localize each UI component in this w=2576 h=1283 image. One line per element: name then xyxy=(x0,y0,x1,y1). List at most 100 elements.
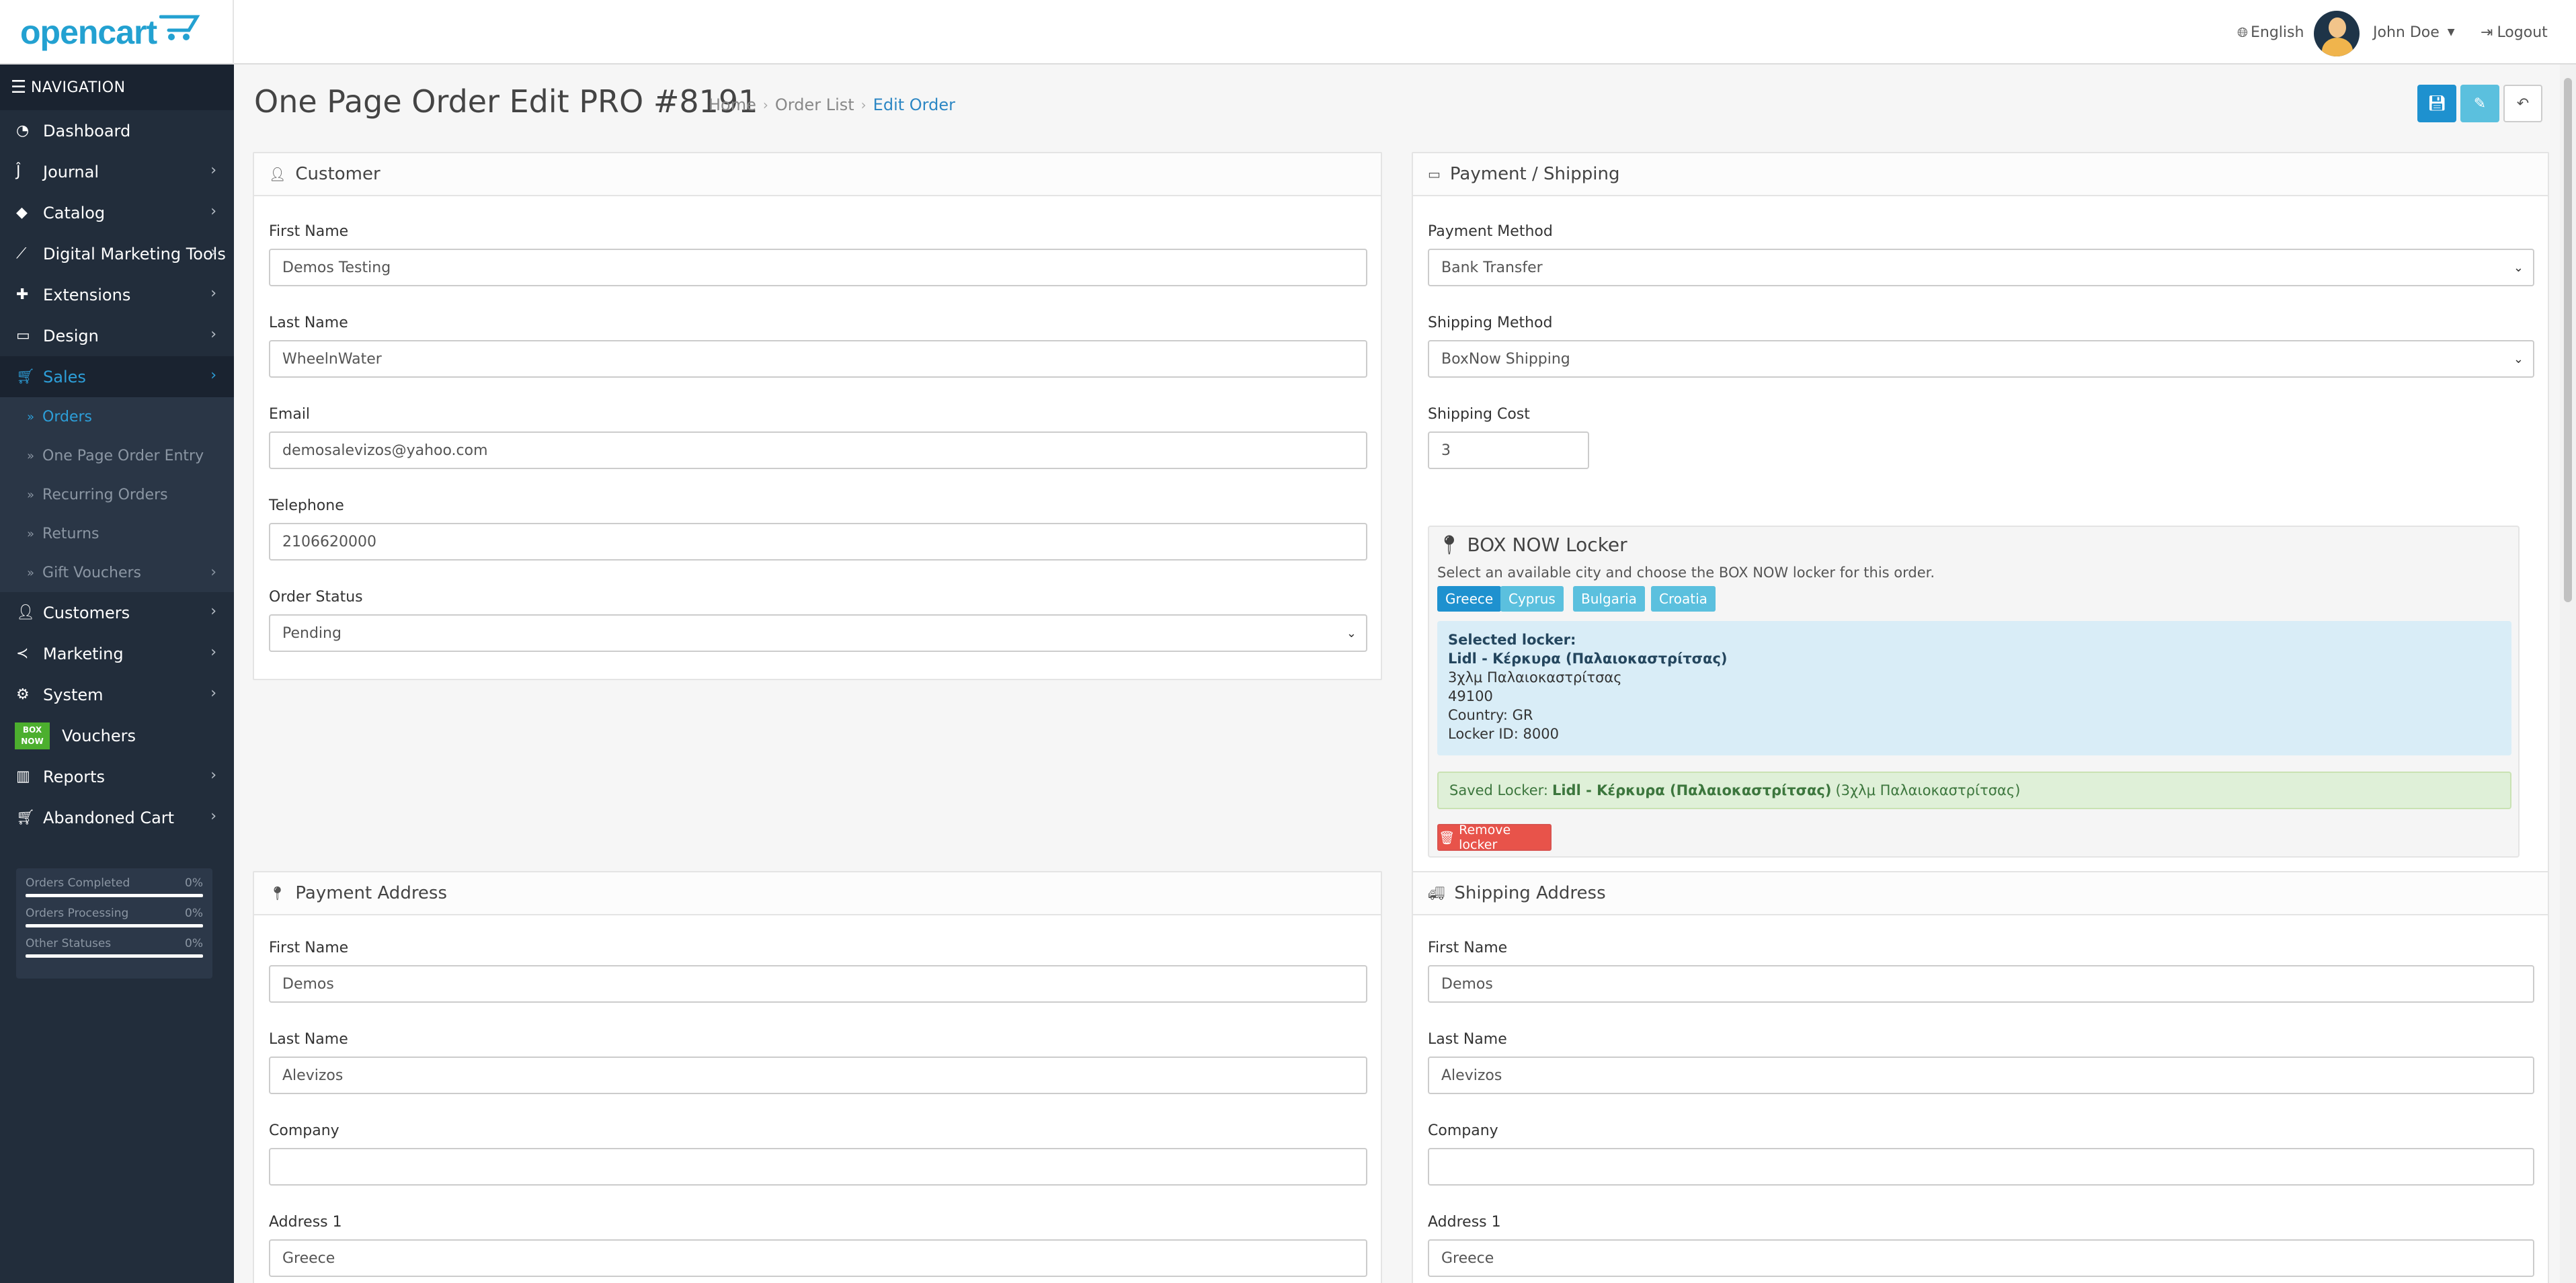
sidebar-item-marketing[interactable]: ≺ Marketing › xyxy=(0,633,234,674)
country-cyprus-button[interactable]: Cyprus xyxy=(1500,586,1564,612)
sidebar-item-abandoned-cart[interactable]: 🛒︎ Abandoned Cart › xyxy=(0,797,234,838)
sidebar-item-customers[interactable]: 👤︎ Customers › xyxy=(0,592,234,633)
opencart-logo[interactable]: opencart xyxy=(0,0,234,65)
order-status-label: Order Status xyxy=(269,589,363,606)
first-name-label: First Name xyxy=(269,223,349,240)
breadcrumb-home[interactable]: Home xyxy=(709,95,756,114)
customer-first-name-input[interactable]: Demos Testing xyxy=(269,249,1367,286)
country-croatia-button[interactable]: Croatia xyxy=(1651,586,1716,612)
payment-shipping-panel-heading: ▭ Payment / Shipping xyxy=(1413,153,2548,196)
shipping-first-name-input[interactable]: Demos xyxy=(1428,965,2534,1003)
edit-button[interactable]: ✎ xyxy=(2460,85,2499,122)
stat-orders-completed: Orders Completed 0% xyxy=(26,876,203,897)
order-status-select[interactable]: Pending ⌄ xyxy=(269,614,1367,652)
shipping-last-name-input[interactable]: Alevizos xyxy=(1428,1057,2534,1094)
sidebar-subitem-gift-vouchers[interactable]: » Gift Vouchers › xyxy=(0,553,234,592)
bar-chart-icon: ▥ xyxy=(16,768,30,785)
chevron-right-icon: › xyxy=(210,367,216,384)
last-name-label: Last Name xyxy=(269,1031,348,1048)
saved-locker-alert: Saved Locker: Lidl - Κέρκυρα (Παλαιοκαστ… xyxy=(1437,772,2511,809)
chevron-down-icon: ⌄ xyxy=(2513,261,2524,275)
dashboard-icon: ◔ xyxy=(16,122,30,139)
sidebar-item-vouchers[interactable]: BOX NOW Vouchers xyxy=(0,715,234,756)
customer-email-input[interactable]: demosalevizos@yahoo.com xyxy=(269,431,1367,469)
cart-icon: 🛒︎ xyxy=(16,809,35,826)
user-menu[interactable]: John Doe ▼ xyxy=(2373,0,2455,65)
language-selector[interactable]: 🌐︎ English xyxy=(2237,0,2304,65)
payment-address-panel-heading: 📍︎ Payment Address xyxy=(254,872,1381,915)
chevron-right-icon: › xyxy=(210,644,216,661)
logo-cart-icon xyxy=(159,15,200,40)
shipping-method-select[interactable]: BoxNow Shipping ⌄ xyxy=(1428,340,2534,378)
customer-last-name-input[interactable]: WheelnWater xyxy=(269,340,1367,378)
logout-link[interactable]: ⇥ Logout xyxy=(2481,0,2548,65)
sidebar-item-digital-marketing[interactable]: ⟋ Digital Marketing Tools › xyxy=(0,233,234,274)
logo-text: opencart xyxy=(20,13,157,51)
sidebar-item-journal[interactable]: Ĵ Journal › xyxy=(0,151,234,192)
sidebar-item-extensions[interactable]: ✚ Extensions › xyxy=(0,274,234,315)
credit-card-icon: ▭ xyxy=(1428,166,1441,182)
sidebar-item-reports[interactable]: ▥ Reports › xyxy=(0,756,234,797)
page-scrollbar[interactable] xyxy=(2560,65,2576,1283)
breadcrumb-order-list[interactable]: Order List xyxy=(775,95,854,114)
first-name-label: First Name xyxy=(269,940,349,956)
user-icon: 👤︎ xyxy=(269,166,286,182)
last-name-label: Last Name xyxy=(1428,1031,1507,1048)
chevron-down-icon: ⌄ xyxy=(1346,626,1357,640)
remove-locker-button[interactable]: 🗑︎ Remove locker xyxy=(1437,823,1552,852)
save-button[interactable]: 💾︎ xyxy=(2417,85,2456,122)
sidebar-item-dashboard[interactable]: ◔ Dashboard xyxy=(0,110,234,151)
tags-icon: ◆ xyxy=(16,204,28,221)
payment-method-select[interactable]: Bank Transfer ⌄ xyxy=(1428,249,2534,286)
sidebar-item-catalog[interactable]: ◆ Catalog › xyxy=(0,192,234,233)
bars-icon: ☰ xyxy=(11,77,27,97)
monitor-icon: ▭ xyxy=(16,327,30,344)
shipping-method-label: Shipping Method xyxy=(1428,315,1553,331)
address1-label: Address 1 xyxy=(269,1214,342,1231)
cog-icon: ⚙︎ xyxy=(16,686,30,703)
sidebar-subitem-orders[interactable]: » Orders xyxy=(0,397,234,436)
payment-last-name-input[interactable]: Alevizos xyxy=(269,1057,1367,1094)
sidebar-item-system[interactable]: ⚙︎ System › xyxy=(0,674,234,715)
double-angle-icon: » xyxy=(27,448,35,463)
boxnow-locker-box: 📍︎ BOX NOW Locker Select an available ci… xyxy=(1428,526,2520,858)
shipping-address1-input[interactable]: Greece xyxy=(1428,1239,2534,1277)
scrollbar-thumb[interactable] xyxy=(2564,78,2572,602)
payment-first-name-input[interactable]: Demos xyxy=(269,965,1367,1003)
customer-telephone-input[interactable]: 2106620000 xyxy=(269,523,1367,561)
double-angle-icon: » xyxy=(27,565,35,580)
payment-address-panel: 📍︎ Payment Address First Name Demos Last… xyxy=(253,871,1382,1283)
user-name: John Doe xyxy=(2373,24,2440,41)
sidebar-item-design[interactable]: ▭ Design › xyxy=(0,315,234,356)
sidebar-subitem-recurring-orders[interactable]: » Recurring Orders xyxy=(0,475,234,514)
double-angle-icon: » xyxy=(27,526,35,541)
logout-label: Logout xyxy=(2497,24,2548,41)
breadcrumb: Home › Order List › Edit Order xyxy=(709,95,955,114)
shipping-cost-input[interactable]: 3 xyxy=(1428,431,1589,469)
top-header: opencart 🌐︎ English John Doe ▼ ⇥ Logout xyxy=(0,0,2576,65)
boxnow-logo-icon: BOX NOW xyxy=(15,722,50,749)
sidebar-subitem-returns[interactable]: » Returns xyxy=(0,514,234,553)
sidebar-subitem-one-page-order-entry[interactable]: » One Page Order Entry xyxy=(0,436,234,475)
reply-icon: ↶ xyxy=(2516,95,2530,112)
chevron-right-icon: › xyxy=(210,808,216,825)
breadcrumb-edit-order[interactable]: Edit Order xyxy=(873,95,955,114)
payment-company-input[interactable] xyxy=(269,1148,1367,1186)
truck-icon: 🚚︎ xyxy=(1428,885,1445,901)
chevron-down-icon: ⌄ xyxy=(2513,352,2524,366)
shipping-company-input[interactable] xyxy=(1428,1148,2534,1186)
customer-panel-heading: 👤︎ Customer xyxy=(254,153,1381,196)
country-bulgaria-button[interactable]: Bulgaria xyxy=(1573,586,1645,612)
avatar[interactable] xyxy=(2314,11,2360,56)
page-title: One Page Order Edit PRO #8191 xyxy=(254,83,758,120)
country-greece-button[interactable]: Greece xyxy=(1437,586,1502,612)
back-button[interactable]: ↶ xyxy=(2503,85,2542,122)
selected-locker-info: Selected locker: Lidl - Κέρκυρα (Παλαιοκ… xyxy=(1437,621,2511,755)
payment-address1-input[interactable]: Greece xyxy=(269,1239,1367,1277)
sidebar-item-sales[interactable]: 🛒︎ Sales › xyxy=(0,356,234,397)
chevron-right-icon: › xyxy=(210,285,216,302)
language-label: English xyxy=(2251,24,2304,41)
shipping-cost-label: Shipping Cost xyxy=(1428,406,1530,423)
telephone-label: Telephone xyxy=(269,497,344,514)
caret-down-icon: ▼ xyxy=(2447,27,2455,38)
